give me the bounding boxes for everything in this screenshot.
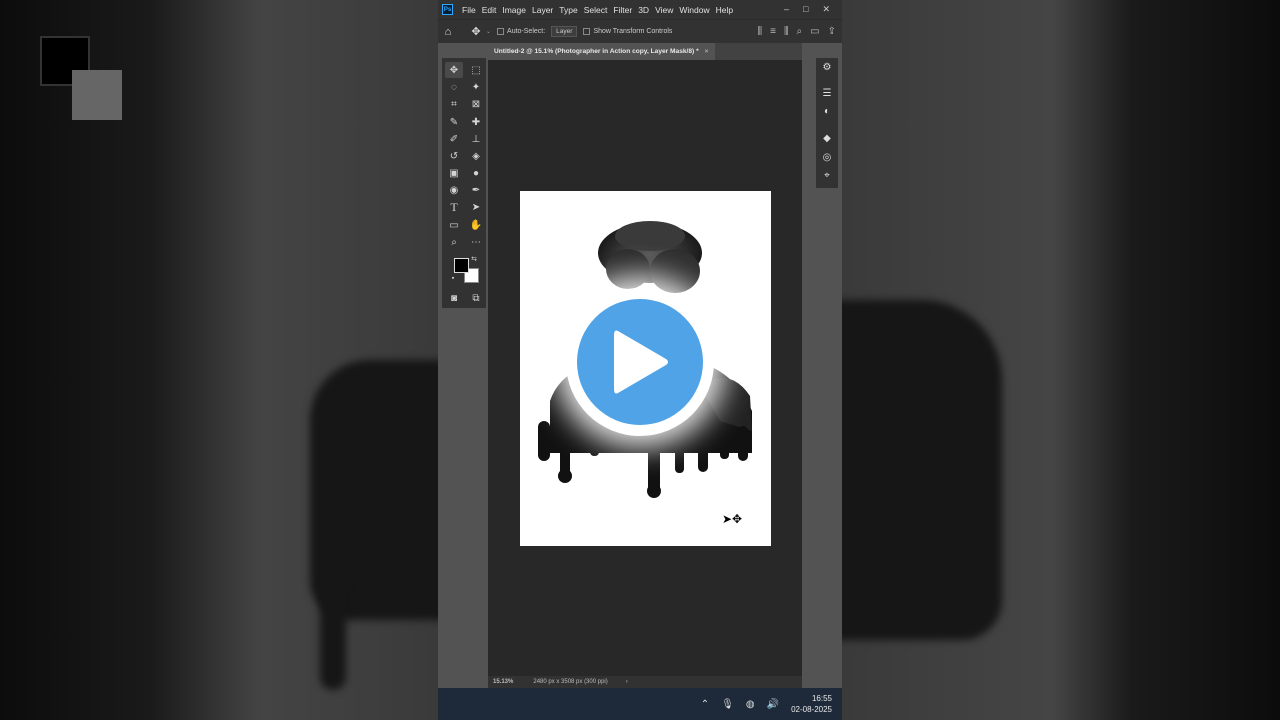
play-button[interactable] <box>566 288 714 436</box>
search-icon[interactable]: ⌕ <box>797 26 803 37</box>
options-bar: ⌂ ✥ ⌄ Auto-Select: Layer Show Transform … <box>438 19 842 43</box>
menu-bar: Ps File Edit Image Layer Type Select Fil… <box>438 0 842 19</box>
swap-colors-icon[interactable]: ⇆ <box>469 254 479 264</box>
microphone-icon[interactable]: 🎙 <box>721 699 734 710</box>
move-tool[interactable]: ✥ <box>445 62 463 78</box>
menu-select[interactable]: Select <box>581 5 611 15</box>
window-controls: – □ ✕ <box>784 4 842 15</box>
align-right-icon[interactable]: ⫼ <box>784 26 789 37</box>
marquee-tool[interactable]: ⬚ <box>467 62 485 78</box>
menu-help[interactable]: Help <box>713 5 736 15</box>
default-colors-icon[interactable]: ▪ <box>448 273 458 283</box>
rectangle-tool[interactable]: ▭ <box>445 217 463 233</box>
menu-view[interactable]: View <box>652 5 676 15</box>
photoshop-logo: Ps <box>442 4 453 15</box>
move-tool-icon[interactable]: ✥ <box>466 25 486 38</box>
bg-drip-left <box>320 580 346 690</box>
move-cursor-icon: ➤✥ <box>722 512 743 526</box>
chevron-up-icon[interactable]: ⌃ <box>701 699 709 710</box>
screen-mode-icon[interactable]: ⧉ <box>467 290 485 306</box>
system-clock[interactable]: 16:55 02-08-2025 <box>791 693 832 715</box>
foreground-color-swatch[interactable] <box>454 258 469 273</box>
properties-icon[interactable]: ☰ <box>820 88 834 100</box>
background-right <box>842 0 1280 720</box>
menu-filter[interactable]: Filter <box>610 5 635 15</box>
align-center-icon[interactable]: ≡ <box>770 26 776 37</box>
zoom-tool[interactable]: ⌕ <box>445 234 463 250</box>
background-left <box>0 0 438 720</box>
transform-controls-label: Show Transform Controls <box>593 28 673 35</box>
gradient-tool[interactable]: ▣ <box>445 165 463 181</box>
layers-icon[interactable]: ◆ <box>820 133 834 145</box>
adjustments-icon[interactable]: ◐ <box>820 106 834 118</box>
menu-edit[interactable]: Edit <box>479 5 500 15</box>
auto-select-checkbox[interactable] <box>497 28 505 35</box>
type-tool[interactable]: T <box>445 199 463 215</box>
menu-window[interactable]: Window <box>676 5 712 15</box>
channels-icon[interactable]: ◎ <box>820 152 834 164</box>
bg-shape-right <box>842 300 1002 640</box>
status-bar: 15.13% 2480 px x 3508 px (300 ppi) › <box>488 676 802 688</box>
path-selection-tool[interactable]: ➤ <box>467 199 485 215</box>
taskbar: ⌃ 🎙 ◍ 🔊 16:55 02-08-2025 <box>438 688 842 720</box>
document-tab-title: Untitled-2 @ 15.1% (Photographer in Acti… <box>494 48 699 55</box>
menu-3d[interactable]: 3D <box>635 5 652 15</box>
auto-select-label: Auto-Select: <box>507 28 546 35</box>
transform-controls-checkbox[interactable] <box>583 28 591 35</box>
share-icon[interactable]: ⇪ <box>828 26 836 37</box>
tools-panel: ✥ ⬚ ◌ ✦ ⌗ ⊠ ✎ ✚ ✐ ⊥ ↺ ◈ ▣ ● ◉ ✒ T ➤ ▭ ✋ … <box>442 58 486 308</box>
document-tab-bar: Untitled-2 @ 15.1% (Photographer in Acti… <box>488 43 802 60</box>
eyedropper-tool[interactable]: ✎ <box>445 114 463 130</box>
volume-icon[interactable]: 🔊 <box>767 699 779 710</box>
healing-tool[interactable]: ✚ <box>467 114 485 130</box>
menu-file[interactable]: File <box>459 5 479 15</box>
close-button[interactable]: ✕ <box>822 4 830 15</box>
clock-date: 02-08-2025 <box>791 705 832 714</box>
frame-tool[interactable]: ⊠ <box>467 96 485 112</box>
pen-tool[interactable]: ✒ <box>467 182 485 198</box>
chevron-down-icon[interactable]: ⌄ <box>486 28 491 35</box>
bg-bg-swatch <box>72 70 122 120</box>
status-arrow-icon[interactable]: › <box>626 679 628 685</box>
blur-tool[interactable]: ● <box>467 165 485 181</box>
zoom-level[interactable]: 15.13% <box>493 679 513 685</box>
lasso-tool[interactable]: ◌ <box>445 79 463 95</box>
crop-tool[interactable]: ⌗ <box>445 96 463 112</box>
document-tab[interactable]: Untitled-2 @ 15.1% (Photographer in Acti… <box>488 43 715 60</box>
play-icon <box>614 330 668 394</box>
clock-time: 16:55 <box>811 694 832 703</box>
stamp-tool[interactable]: ⊥ <box>467 131 485 147</box>
eraser-tool[interactable]: ◈ <box>467 148 485 164</box>
hand-tool[interactable]: ✋ <box>467 217 485 233</box>
learn-icon[interactable]: ⚙ <box>820 62 834 74</box>
globe-icon[interactable]: ◍ <box>746 699 755 710</box>
workspace-icon[interactable]: ▭ <box>810 26 819 37</box>
paths-icon[interactable]: ⌖ <box>820 170 834 182</box>
options-right: ⫼ ≡ ⫼ ⌕ ▭ ⇪ <box>757 26 842 37</box>
document-dimensions: 2480 px x 3508 px (300 ppi) <box>533 679 608 685</box>
menu-type[interactable]: Type <box>556 5 580 15</box>
more-tools-icon[interactable]: ⋯ <box>467 234 485 250</box>
history-brush-tool[interactable]: ↺ <box>445 148 463 164</box>
right-panel-dock: ⚙ ☰ ◐ ◆ ◎ ⌖ <box>816 58 838 188</box>
magic-wand-tool[interactable]: ✦ <box>467 79 485 95</box>
play-button-inner <box>577 299 703 425</box>
quick-mask-icon[interactable]: ◙ <box>445 290 463 306</box>
menu-layer[interactable]: Layer <box>529 5 556 15</box>
brush-tool[interactable]: ✐ <box>445 131 463 147</box>
maximize-button[interactable]: □ <box>803 4 808 15</box>
align-icon[interactable]: ⫼ <box>757 26 762 37</box>
menu-image[interactable]: Image <box>499 5 529 15</box>
close-tab-icon[interactable]: × <box>705 48 709 55</box>
minimize-button[interactable]: – <box>784 4 789 15</box>
home-icon[interactable]: ⌂ <box>438 26 458 38</box>
auto-select-dropdown[interactable]: Layer <box>551 26 578 37</box>
dodge-tool[interactable]: ◉ <box>445 182 463 198</box>
